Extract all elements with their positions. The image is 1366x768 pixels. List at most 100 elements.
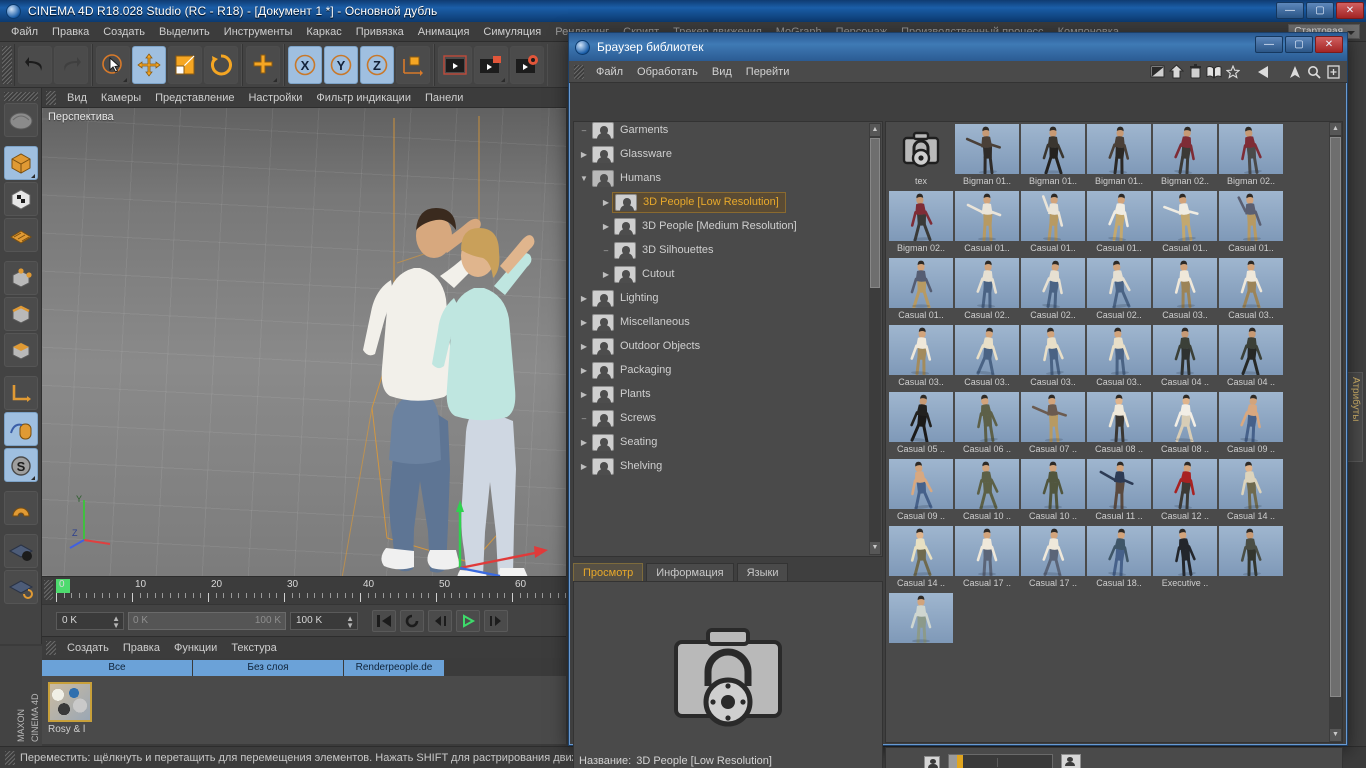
figure-thumbnail[interactable] (1153, 325, 1217, 375)
figure-thumbnail[interactable] (889, 459, 953, 509)
figure-thumbnail[interactable] (1219, 526, 1283, 576)
library-item[interactable]: Casual 14 .. (1218, 459, 1284, 526)
tree-item-content[interactable]: 3D People [Low Resolution] (612, 191, 786, 213)
library-item[interactable]: Casual 08 .. (1086, 392, 1152, 459)
tree-item-content[interactable]: Outdoor Objects (590, 337, 706, 356)
library-item[interactable]: Executive .. (1152, 526, 1218, 593)
library-item[interactable]: Casual 09 .. (888, 459, 954, 526)
tree-item-content[interactable]: Seating (590, 433, 663, 452)
app-menu-item-3[interactable]: Выделить (152, 24, 217, 40)
figure-thumbnail[interactable] (1219, 191, 1283, 241)
small-thumbnail-icon[interactable] (924, 755, 940, 768)
select-tool-button[interactable] (96, 45, 130, 84)
tree-scroll-down-arrow[interactable]: ▼ (870, 542, 880, 554)
home-icon[interactable] (1168, 64, 1184, 80)
max-frame-field[interactable]: 100 K ▲ ▼ (290, 611, 358, 630)
axis-y-button[interactable]: Y (324, 45, 358, 84)
play-button[interactable] (456, 609, 480, 632)
tree-twisty-icon[interactable]: ▶ (578, 366, 590, 375)
library-item[interactable]: Bigman 02.. (1152, 124, 1218, 191)
model-mode-button[interactable] (3, 146, 38, 180)
left-palette-grip[interactable] (3, 92, 38, 101)
library-item[interactable]: Casual 11 .. (1086, 459, 1152, 526)
library-browser-window[interactable]: Браузер библиотек — ▢ ✕ Файл Обработать Ви… (568, 32, 1348, 768)
figure-thumbnail[interactable] (955, 526, 1019, 576)
magnet-tool-button[interactable] (3, 491, 38, 525)
library-item[interactable]: Casual 10 .. (1020, 459, 1086, 526)
viewport-menu-item-2[interactable]: Представление (148, 91, 241, 105)
figure-thumbnail[interactable] (1021, 392, 1085, 442)
figure-thumbnail[interactable] (889, 258, 953, 308)
library-item[interactable]: Bigman 02.. (888, 191, 954, 258)
app-close-button[interactable]: ✕ (1336, 2, 1364, 19)
library-tabs[interactable]: Просмотр Информация Языки (573, 563, 789, 583)
tree-item-8[interactable]: ▶ Lighting (574, 286, 868, 310)
library-menu-item-0[interactable]: Файл (589, 65, 630, 79)
library-tab-2[interactable]: Языки (736, 563, 789, 583)
material-layer-tab-1[interactable]: Без слоя (193, 660, 343, 676)
make-editable-button[interactable] (3, 103, 38, 137)
viewport-menu-item-3[interactable]: Настройки (241, 91, 309, 105)
app-menu-item-4[interactable]: Инструменты (217, 24, 300, 40)
library-item[interactable] (1218, 526, 1284, 593)
texture-mode-button[interactable] (3, 182, 38, 216)
right-tab-attributes[interactable]: Атрибуты (1347, 372, 1363, 462)
figure-thumbnail[interactable] (1021, 325, 1085, 375)
figure-thumbnail[interactable] (1021, 191, 1085, 241)
library-item[interactable]: Casual 06 .. (954, 392, 1020, 459)
figure-thumbnail[interactable] (1219, 325, 1283, 375)
tree-scrollbar[interactable]: ▲ ▼ (869, 123, 881, 555)
library-close-button[interactable]: ✕ (1315, 36, 1343, 53)
library-menubar[interactable]: Файл Обработать Вид Перейти (569, 61, 1347, 83)
toolbar-grip[interactable] (2, 45, 12, 84)
preset-icon[interactable] (1149, 64, 1165, 80)
trash-icon[interactable] (1187, 64, 1203, 80)
tree-twisty-icon[interactable]: – (600, 246, 612, 255)
tree-item-9[interactable]: ▶ Miscellaneous (574, 310, 868, 334)
timeline-grip[interactable] (44, 580, 53, 600)
library-item[interactable]: Casual 03.. (1218, 258, 1284, 325)
library-tab-0[interactable]: Просмотр (573, 563, 644, 583)
polygon-mode-button[interactable] (3, 333, 38, 367)
library-item[interactable]: Bigman 01.. (954, 124, 1020, 191)
viewport-menubar[interactable]: Вид Камеры Представление Настройки Фильтр ин… (42, 88, 566, 108)
material-menu-item-2[interactable]: Функции (167, 641, 224, 655)
tree-item-content[interactable]: Shelving (590, 457, 668, 476)
tree-item-content[interactable]: Cutout (612, 265, 680, 284)
viewport-menu-item-0[interactable]: Вид (60, 91, 94, 105)
book-icon[interactable] (1206, 64, 1222, 80)
timeline-track[interactable]: 0 10 20 30 40 50 60 (56, 579, 582, 603)
figure-thumbnail[interactable] (955, 191, 1019, 241)
library-item[interactable]: Casual 17 .. (1020, 526, 1086, 593)
transform-group[interactable] (92, 43, 242, 86)
library-item[interactable]: Casual 03.. (1086, 325, 1152, 392)
figure-thumbnail[interactable] (1153, 526, 1217, 576)
library-item[interactable]: Casual 10 .. (954, 459, 1020, 526)
undo-button[interactable] (18, 45, 52, 84)
viewport-menu-item-1[interactable]: Камеры (94, 91, 148, 105)
library-item[interactable]: Casual 02.. (954, 258, 1020, 325)
library-item[interactable]: Casual 03.. (888, 325, 954, 392)
search-icon[interactable] (1306, 64, 1322, 80)
library-item[interactable]: Casual 01.. (1020, 191, 1086, 258)
loop-button[interactable] (400, 609, 424, 632)
edge-mode-button[interactable] (3, 297, 38, 331)
app-menu-item-0[interactable]: Файл (4, 24, 45, 40)
tree-twisty-icon[interactable]: ▼ (578, 174, 590, 183)
tree-twisty-icon[interactable]: ▶ (600, 270, 612, 279)
library-item[interactable]: Casual 17 .. (954, 526, 1020, 593)
tree-item-content[interactable]: Plants (590, 385, 657, 404)
render-settings-button[interactable] (510, 45, 544, 84)
figure-thumbnail[interactable] (1021, 526, 1085, 576)
library-item[interactable]: Casual 12 .. (1152, 459, 1218, 526)
figure-thumbnail[interactable] (955, 124, 1019, 174)
library-item[interactable]: Casual 14 .. (888, 526, 954, 593)
viewport-menu-item-5[interactable]: Панели (418, 91, 470, 105)
tree-item-4[interactable]: ▶ 3D People [Low Resolution] (574, 190, 868, 214)
figure-thumbnail[interactable] (1087, 459, 1151, 509)
tree-item-content[interactable]: 3D Silhouettes (612, 241, 720, 260)
material-layer-tab-0[interactable]: Все (42, 660, 192, 676)
lock-axis-button[interactable] (3, 534, 38, 568)
tree-item-content[interactable]: Glassware (590, 145, 678, 164)
app-menu-item-6[interactable]: Привязка (349, 24, 411, 40)
